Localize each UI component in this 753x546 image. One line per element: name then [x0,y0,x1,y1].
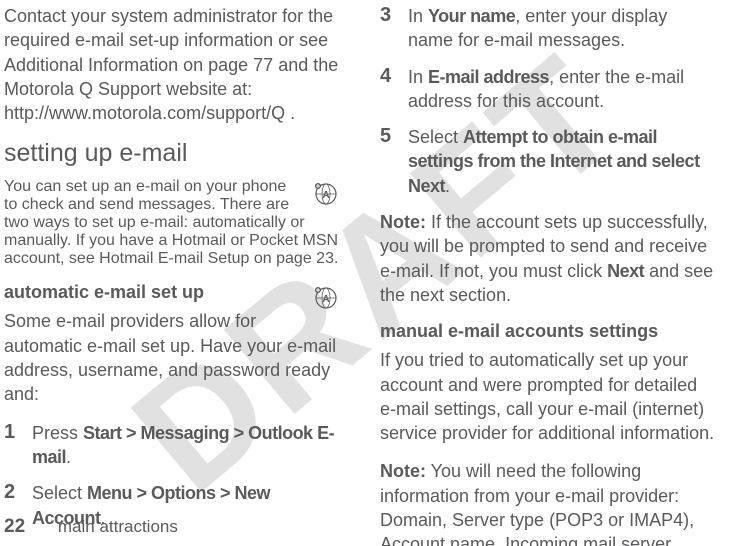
page-content: Contact your system administrator for th… [0,0,753,546]
network-a-icon: A [312,180,340,208]
step-number: 3 [380,4,408,53]
step-body: In Your name, enter your display name fo… [408,4,716,53]
step-body: Press Start > Messaging > Outlook E-mail… [32,421,340,470]
network-a-icon: A [312,284,340,312]
page-number: 22 [4,516,25,537]
step-4: 4 In E-mail address, enter the e-mail ad… [380,65,716,114]
step-body: Select Attempt to obtain e-mail settings… [408,125,716,198]
step-number: 5 [380,125,408,198]
svg-text:A: A [322,190,329,201]
section-heading: setting up e-mail [4,139,340,168]
svg-text:A: A [322,294,329,305]
manual-subheading: manual e-mail accounts settings [380,321,716,342]
auto-body: Some e-mail providers allow for automati… [4,309,340,406]
auto-setup-block: A automatic e-mail set up Some e-mail pr… [4,282,340,406]
step-5: 5 Select Attempt to obtain e-mail settin… [380,125,716,198]
note-1: Note: If the account sets up successfull… [380,210,716,307]
step-3: 3 In Your name, enter your display name … [380,4,716,53]
intro-paragraph: Contact your system administrator for th… [4,4,340,125]
step-number: 1 [4,421,32,470]
note-2: Note: You will need the following inform… [380,459,716,546]
manual-body: If you tried to automatically set up you… [380,348,716,445]
step-body: In E-mail address, enter the e-mail addr… [408,65,716,114]
step-number: 4 [380,65,408,114]
footer-section: main attractions [58,517,178,536]
page-footer: 22 main attractions [4,516,178,538]
right-column: 3 In Your name, enter your display name … [360,4,720,546]
left-column: Contact your system administrator for th… [0,4,360,546]
auto-subheading: automatic e-mail set up [4,282,340,303]
setup-paragraph: You can set up an e-mail on your phone t… [4,178,338,267]
step-1: 1 Press Start > Messaging > Outlook E-ma… [4,421,340,470]
setup-paragraph-block: A You can set up an e-mail on your phone… [4,178,340,268]
